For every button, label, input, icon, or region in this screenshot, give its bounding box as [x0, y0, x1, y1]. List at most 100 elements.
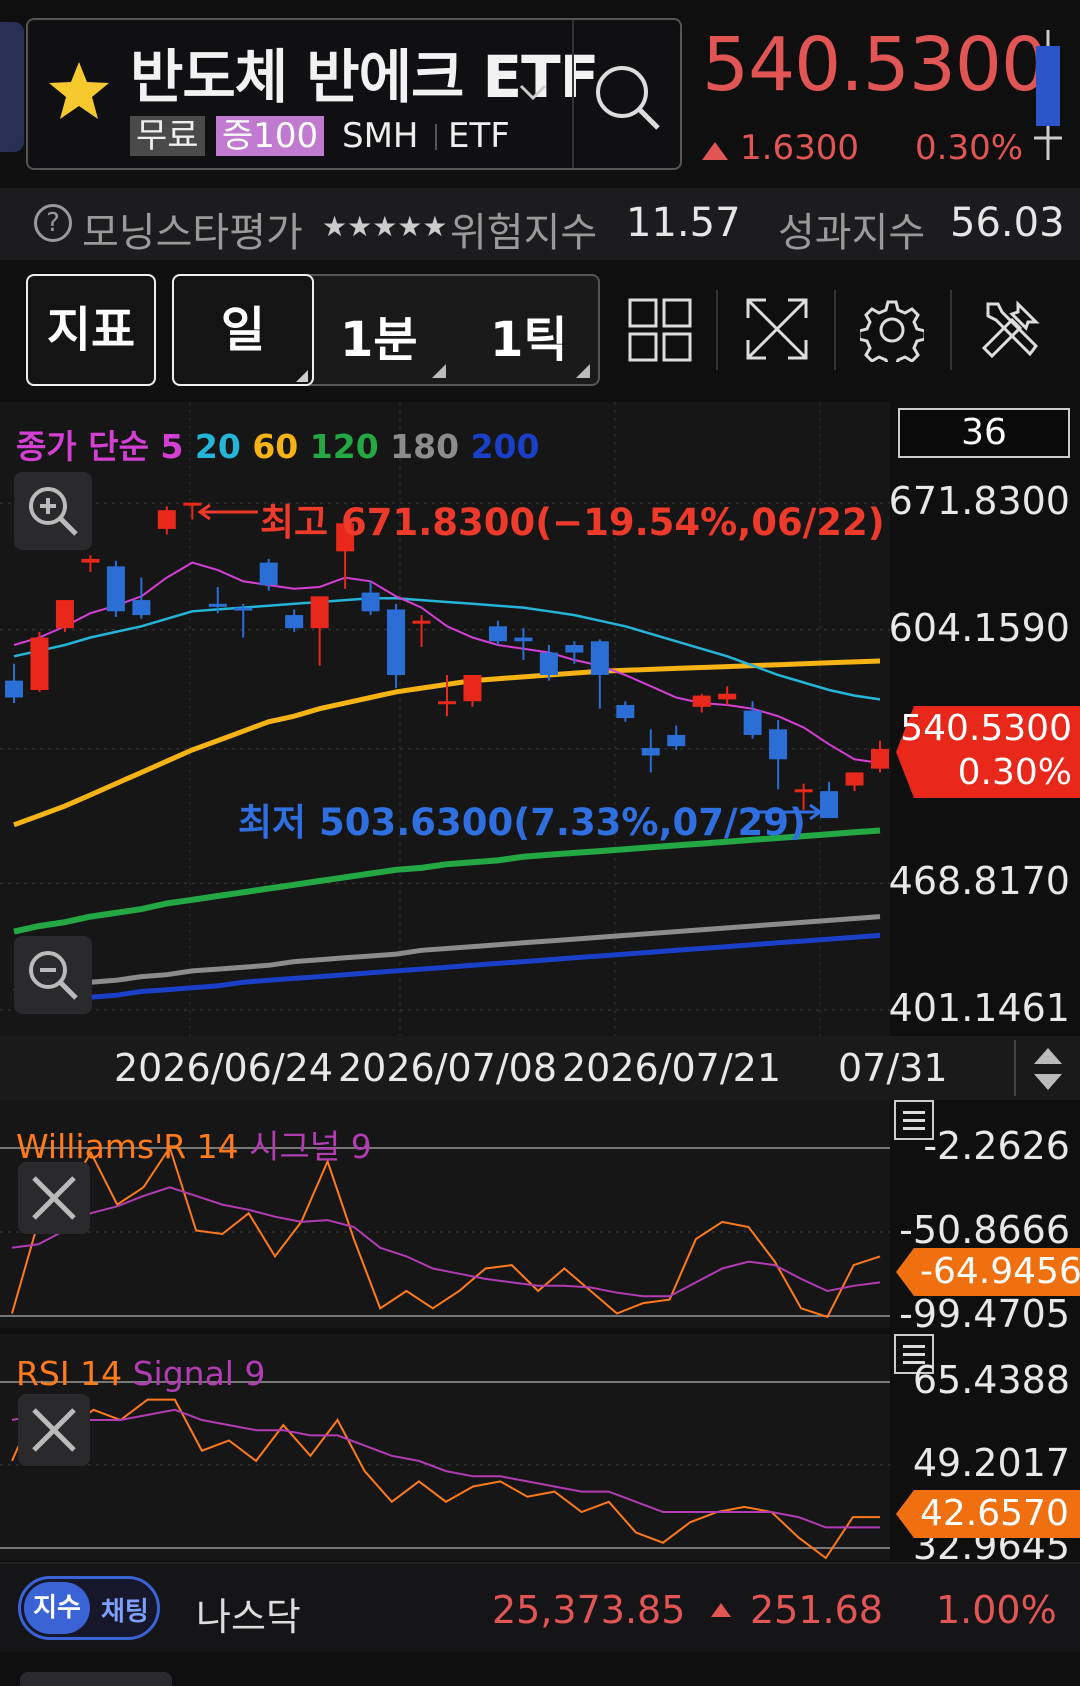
candle-body — [81, 558, 100, 563]
candle-body — [616, 704, 635, 719]
williams-title-signal: 시그널 9 — [249, 1127, 372, 1166]
current-price-tag-pct: 0.30% — [957, 752, 1072, 793]
candle-body — [692, 695, 711, 707]
index-pct: 1.00% — [936, 1588, 1057, 1632]
rsi-tick-label: 65.4388 — [912, 1358, 1070, 1402]
ma-legend-5: 5 — [160, 427, 184, 466]
candle-body — [285, 615, 304, 629]
candle-body — [488, 626, 507, 642]
rsi-close-button[interactable] — [18, 1394, 90, 1466]
candle-body — [871, 748, 889, 769]
risk-value: 11.57 — [626, 200, 741, 246]
williams-series-line — [11, 1145, 881, 1319]
candle-body — [310, 596, 329, 629]
williams-tick-label: -2.2626 — [923, 1124, 1070, 1168]
candle-body — [106, 566, 125, 612]
williams-series-line — [11, 1186, 881, 1298]
high-arrow-icon — [197, 503, 258, 521]
grid-icon[interactable] — [628, 298, 692, 366]
perf-value: 56.03 — [950, 200, 1065, 246]
candle-body — [590, 641, 609, 676]
ma180-line — [13, 914, 881, 994]
gear-icon[interactable] — [857, 298, 927, 370]
price-tick-label: 671.8300 — [888, 479, 1070, 523]
zoom-out-button[interactable] — [14, 936, 92, 1014]
candle-body — [387, 609, 406, 676]
williams-close-button[interactable] — [18, 1162, 90, 1234]
candle-body — [514, 637, 533, 642]
scroll-arrows-icon[interactable] — [1030, 1046, 1066, 1096]
index-name: 나스닥 — [196, 1595, 301, 1639]
williams-title: Williams'R 14 시그널 9 — [16, 1120, 372, 1168]
candle-body — [743, 710, 762, 735]
high-annotation: 최고 671.8300(−19.54%,06/22) — [260, 501, 885, 544]
divider — [834, 290, 836, 370]
zoom-in-button[interactable] — [14, 472, 92, 550]
rsi-tick-label: 49.2017 — [912, 1440, 1070, 1485]
index-chat-toggle[interactable]: 지수 채팅 — [18, 1576, 160, 1640]
current-price-tag: 540.5300 0.30% — [896, 706, 1080, 798]
williams-tick-label: -99.4705 — [899, 1292, 1070, 1336]
current-price: 540.5300 — [702, 22, 1048, 108]
divider — [950, 290, 952, 370]
williams-title-main: Williams'R 14 — [16, 1127, 239, 1166]
ma-legend-120: 120 — [309, 427, 379, 466]
toggle-index[interactable]: 지수 — [24, 1582, 90, 1634]
rsi-series-line — [11, 1408, 880, 1529]
williams-tick-label: -50.8666 — [899, 1208, 1070, 1252]
date-label: 07/31 — [838, 1046, 948, 1090]
candle-body — [55, 600, 74, 629]
candle-body — [259, 562, 278, 586]
candle-body — [412, 620, 431, 624]
price-tick-label: 468.8170 — [888, 859, 1070, 904]
up-triangle-icon — [700, 140, 730, 166]
close-icon — [32, 1176, 76, 1220]
candle-body — [667, 734, 686, 747]
fullscreen-icon[interactable] — [744, 296, 810, 366]
date-label: 2026/07/21 — [562, 1046, 782, 1090]
ma-legend-180: 180 — [390, 427, 460, 466]
up-triangle-icon — [710, 1602, 732, 1622]
candle-body — [463, 675, 482, 702]
corner-markers — [296, 364, 590, 382]
candle-body — [5, 680, 23, 698]
tools-icon[interactable] — [978, 298, 1042, 366]
candle-body — [438, 701, 456, 705]
ma-legend-20: 20 — [194, 427, 241, 466]
price-change-pct: 0.30% — [915, 128, 1024, 168]
divider — [716, 290, 718, 370]
price-tick-label: 604.1590 — [888, 605, 1070, 650]
candle-body — [132, 600, 151, 616]
visible-count-box[interactable]: 36 — [898, 408, 1070, 458]
zoom-out-icon — [29, 951, 78, 1000]
candle-body — [539, 652, 558, 676]
rsi-series-line — [11, 1397, 880, 1560]
candle-body — [718, 693, 737, 700]
ma-legend-200: 200 — [470, 427, 540, 466]
perf-label: 성과지수 — [778, 210, 926, 256]
low-arrow-icon — [758, 803, 823, 821]
candle-body — [30, 637, 49, 690]
candle-body — [565, 645, 584, 653]
candle-body — [845, 772, 864, 786]
rsi-title-main: RSI 14 — [16, 1354, 123, 1393]
candle-body — [361, 592, 380, 612]
toggle-chat[interactable]: 채팅 — [101, 1591, 149, 1628]
rsi-current-tag: 42.6570 — [896, 1490, 1080, 1538]
rsi-title-signal: Signal 9 — [132, 1354, 266, 1393]
current-price-tag-price: 540.5300 — [900, 708, 1072, 749]
ma-legend-prefix: 종가 단순 — [16, 427, 149, 466]
candle-body — [208, 603, 227, 607]
candle-body — [157, 510, 176, 529]
price-change: 1.6300 — [740, 128, 859, 168]
candle-body — [641, 748, 660, 756]
ma-legend: 종가 단순 5 20 60 120 180 200 — [16, 420, 539, 468]
candle-body — [769, 729, 788, 760]
date-label: 2026/06/24 — [114, 1046, 334, 1090]
candle-body — [234, 607, 253, 611]
rsi-title: RSI 14 Signal 9 — [16, 1354, 265, 1393]
divider — [1014, 1040, 1016, 1096]
close-icon — [32, 1408, 76, 1452]
mini-candle-icon — [1030, 30, 1066, 164]
index-change: 251.68 — [750, 1588, 883, 1632]
